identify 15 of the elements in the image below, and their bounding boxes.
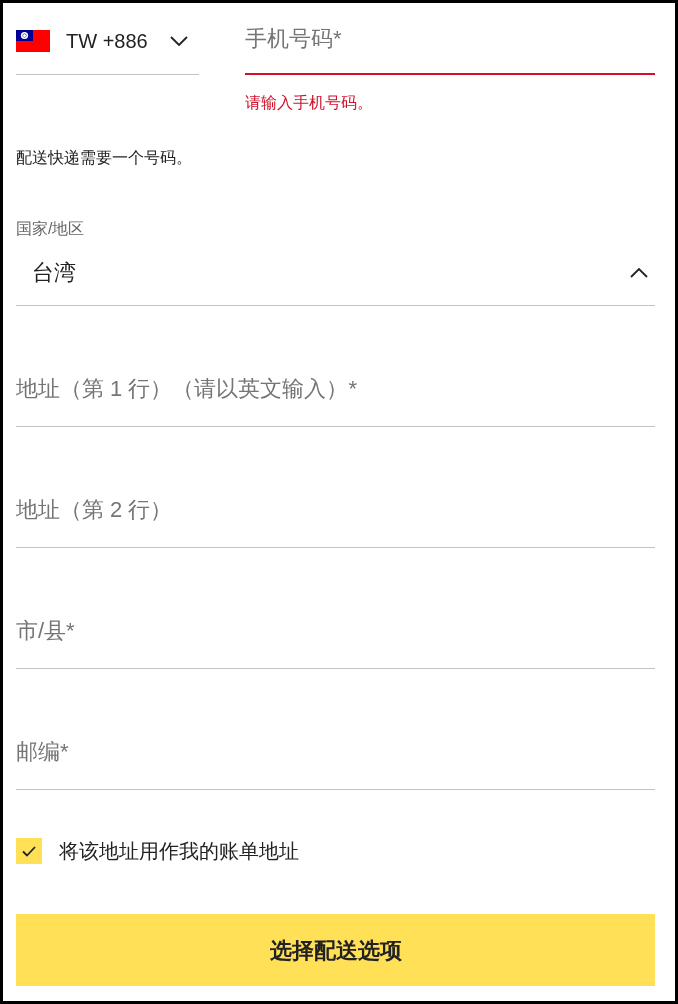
phone-number-field[interactable]: 手机号码* (245, 13, 655, 75)
field-label: 国家/地区 (16, 219, 85, 239)
error-message: 请输入手机号码。 (245, 93, 373, 113)
helper-text: 配送快递需要一个号码。 (16, 148, 192, 168)
address-input-field[interactable]: 地址（第 1 行）（请以英文输入）* (16, 361, 655, 427)
country-code-dropdown[interactable]: TW +886 (16, 17, 199, 75)
flag-icon (16, 29, 50, 52)
address-input-field[interactable]: 地址（第 2 行） (16, 482, 655, 548)
address-input-field[interactable]: 邮编* (16, 724, 655, 790)
checkbox[interactable] (16, 838, 42, 864)
checkbox-label: 将该地址用作我的账单地址 (59, 839, 299, 864)
country-select[interactable]: 台湾 (16, 240, 655, 306)
address-input-field[interactable]: 市/县* (16, 603, 655, 669)
submit-button[interactable]: 选择配送选项 (16, 914, 655, 986)
checkmark-icon (22, 845, 36, 857)
